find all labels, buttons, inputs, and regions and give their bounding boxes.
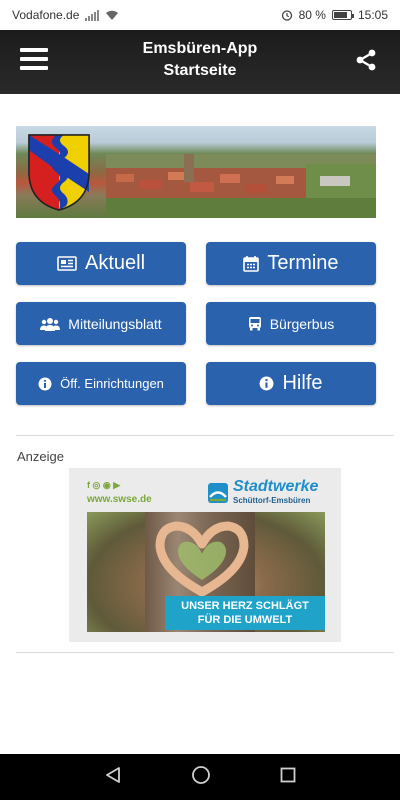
town-aerial-image: [106, 154, 376, 218]
stadtwerke-logo: Stadtwerke Schüttorf-Emsbüren: [207, 478, 329, 512]
status-right: 80 % 15:05: [281, 8, 388, 22]
menu-icon[interactable]: [20, 48, 48, 70]
ad-slogan-line1: UNSER HERZ SCHLÄGT: [181, 600, 309, 612]
status-left: Vodafone.de: [12, 8, 281, 22]
einrichtungen-button[interactable]: Öff. Einrichtungen: [16, 362, 186, 405]
share-icon[interactable]: [354, 48, 378, 72]
ad-slogan: UNSER HERZ SCHLÄGT FÜR DIE UMWELT: [165, 596, 325, 630]
wifi-icon: [106, 10, 119, 20]
ad-brand-sub: Schüttorf-Emsbüren: [233, 496, 311, 505]
termine-label: Termine: [267, 252, 339, 274]
signal-icon: [85, 9, 100, 21]
social-icons: f ◎ ◉ ▶: [87, 480, 121, 490]
ad-brand: Stadtwerke: [233, 478, 319, 495]
alarm-icon: [281, 10, 292, 21]
carrier-name: Vodafone.de: [12, 8, 80, 22]
app-bar: Emsbüren-App Startseite: [0, 30, 400, 94]
divider: [16, 652, 394, 653]
info-icon: [38, 377, 52, 390]
divider: [16, 435, 394, 436]
info-icon: [260, 376, 274, 391]
ad-url: www.swse.de: [87, 494, 152, 505]
back-icon[interactable]: [104, 766, 122, 789]
termine-button[interactable]: Termine: [206, 242, 376, 285]
app-title: Emsbüren-App: [142, 40, 258, 57]
bus-icon: [248, 317, 261, 331]
battery-fill: [333, 12, 347, 18]
battery-percent: 80 %: [298, 8, 326, 22]
ad-slogan-line2: FÜR DIE UMWELT: [197, 614, 293, 626]
clock: 15:05: [357, 8, 388, 22]
ad-header: f ◎ ◉ ▶ www.swse.de Stadtwerke Schüttorf…: [87, 478, 329, 512]
battery-icon: [331, 10, 354, 20]
status-bar: Vodafone.de 80 % 15:05: [0, 0, 400, 30]
mitteilungsblatt-label: Mitteilungsblatt: [68, 315, 162, 332]
app-bar-titles: Emsbüren-App Startseite: [80, 38, 320, 82]
recents-icon[interactable]: [280, 767, 296, 788]
calendar-icon: [243, 256, 260, 272]
users-icon: [40, 317, 61, 331]
heart-hands-image: [155, 521, 249, 597]
aktuell-label: Aktuell: [84, 252, 146, 274]
einrichtungen-label: Öff. Einrichtungen: [60, 376, 164, 391]
stadtwerke-logo-mark: [208, 483, 228, 503]
newspaper-icon: [57, 256, 77, 271]
ad-label: Anzeige: [17, 449, 64, 464]
hilfe-label: Hilfe: [282, 372, 323, 394]
buergerbus-button[interactable]: Bürgerbus: [206, 302, 376, 345]
mitteilungsblatt-button[interactable]: Mitteilungsblatt: [16, 302, 186, 345]
hilfe-button[interactable]: Hilfe: [206, 362, 376, 405]
advertisement-banner[interactable]: f ◎ ◉ ▶ www.swse.de Stadtwerke Schüttorf…: [69, 468, 341, 642]
system-nav-bar: [0, 754, 400, 800]
header-banner-image: [16, 126, 376, 218]
buergerbus-label: Bürgerbus: [269, 315, 335, 332]
coat-of-arms-logo: [28, 134, 90, 211]
home-icon[interactable]: [191, 765, 211, 790]
page-title: Startseite: [163, 62, 237, 79]
aktuell-button[interactable]: Aktuell: [16, 242, 186, 285]
ad-photo: UNSER HERZ SCHLÄGT FÜR DIE UMWELT: [87, 512, 325, 632]
